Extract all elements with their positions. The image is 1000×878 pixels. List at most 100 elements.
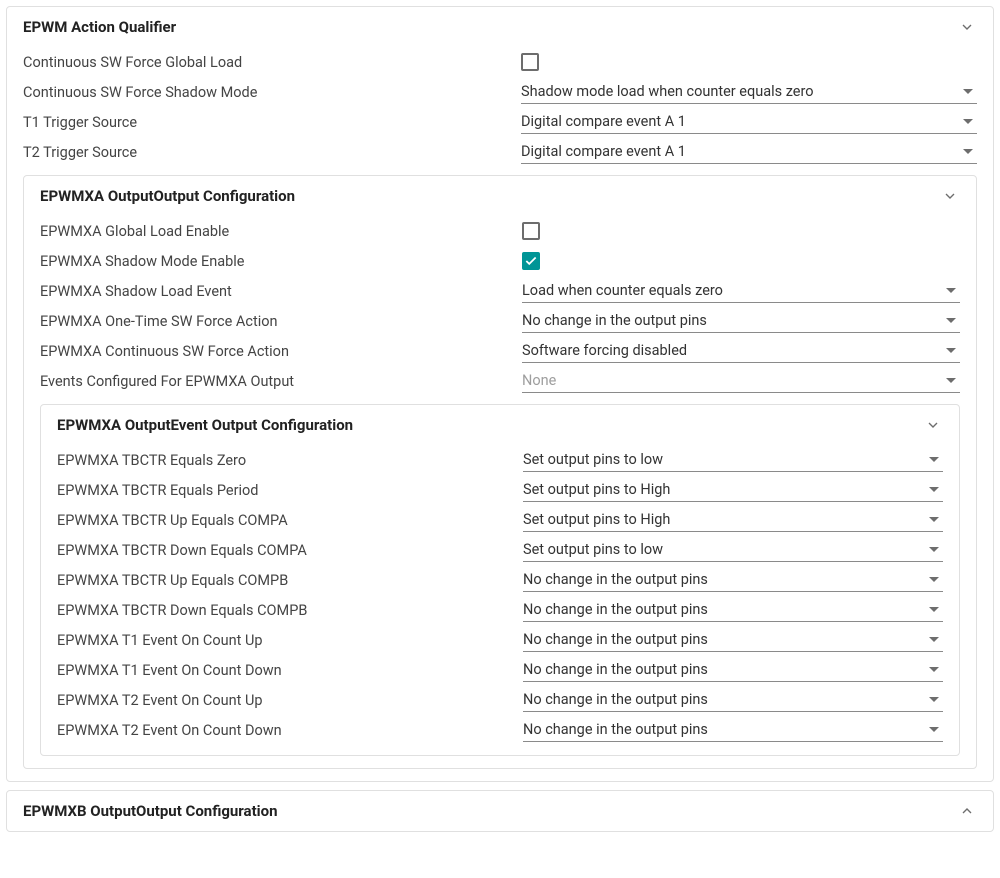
select-t1-trigger[interactable]: Digital compare event A 1 [521, 110, 977, 134]
label-t1-count-up: EPWMXA T1 Event On Count Up [57, 632, 523, 649]
label-t1-count-down: EPWMXA T1 Event On Count Down [57, 662, 523, 679]
caret-down-icon [929, 457, 939, 462]
panel-header-epwmxa-output[interactable]: EPWMXA OutputOutput Configuration [24, 176, 976, 212]
panel-title-epwmxa-output-event: EPWMXA OutputEvent Output Configuration [57, 416, 353, 434]
field-t2-count-up: EPWMXA T2 Event On Count Up No change in… [57, 685, 943, 715]
label-t2-count-down: EPWMXA T2 Event On Count Down [57, 722, 523, 739]
panel-header-action-qualifier[interactable]: EPWM Action Qualifier [7, 7, 993, 43]
label-t2-count-up: EPWMXA T2 Event On Count Up [57, 692, 523, 709]
select-value: Set output pins to low [523, 541, 663, 558]
field-t1-trigger: T1 Trigger Source Digital compare event … [23, 107, 977, 137]
label-cswf-shadow-mode: Continuous SW Force Shadow Mode [23, 84, 521, 101]
select-tbctr-zero[interactable]: Set output pins to low [523, 448, 943, 472]
select-value: Software forcing disabled [522, 342, 687, 359]
panel-header-epwmxa-output-event[interactable]: EPWMXA OutputEvent Output Configuration [41, 405, 959, 441]
checkbox-epwmxa-shadow-mode-enable[interactable] [522, 252, 540, 270]
select-epwmxa-continuous-sw-force[interactable]: Software forcing disabled [522, 339, 960, 363]
select-value: Load when counter equals zero [522, 282, 723, 299]
select-tbctr-up-compb[interactable]: No change in the output pins [523, 568, 943, 592]
caret-down-icon [946, 318, 956, 323]
select-epwmxa-events-configured[interactable]: None [522, 369, 960, 393]
select-value: No change in the output pins [523, 601, 708, 618]
panel-epwmxb-output: EPWMXB OutputOutput Configuration [6, 790, 994, 832]
field-epwmxa-shadow-mode-enable: EPWMXA Shadow Mode Enable [40, 246, 960, 276]
select-value: None [522, 372, 556, 389]
select-tbctr-down-compa[interactable]: Set output pins to low [523, 538, 943, 562]
label-tbctr-up-compb: EPWMXA TBCTR Up Equals COMPB [57, 572, 523, 589]
label-epwmxa-global-load-enable: EPWMXA Global Load Enable [40, 223, 522, 240]
chevron-down-icon [923, 415, 943, 435]
caret-down-icon [929, 577, 939, 582]
label-tbctr-period: EPWMXA TBCTR Equals Period [57, 482, 523, 499]
field-epwmxa-onetime-sw-force: EPWMXA One-Time SW Force Action No chang… [40, 306, 960, 336]
caret-down-icon [946, 288, 956, 293]
chevron-up-icon [957, 801, 977, 821]
select-t2-count-up[interactable]: No change in the output pins [523, 688, 943, 712]
checkbox-epwmxa-global-load-enable[interactable] [522, 222, 540, 240]
panel-header-epwmxb-output[interactable]: EPWMXB OutputOutput Configuration [7, 791, 993, 831]
checkbox-cswf-global-load[interactable] [521, 53, 539, 71]
label-t2-trigger: T2 Trigger Source [23, 144, 521, 161]
label-epwmxa-shadow-load-event: EPWMXA Shadow Load Event [40, 283, 522, 300]
select-value: No change in the output pins [523, 631, 708, 648]
label-epwmxa-onetime-sw-force: EPWMXA One-Time SW Force Action [40, 313, 522, 330]
select-value: Digital compare event A 1 [521, 113, 686, 130]
field-tbctr-zero: EPWMXA TBCTR Equals Zero Set output pins… [57, 445, 943, 475]
select-t2-trigger[interactable]: Digital compare event A 1 [521, 140, 977, 164]
caret-down-icon [929, 697, 939, 702]
caret-down-icon [963, 149, 973, 154]
select-value: Set output pins to low [523, 451, 663, 468]
caret-down-icon [963, 119, 973, 124]
select-cswf-shadow-mode[interactable]: Shadow mode load when counter equals zer… [521, 80, 977, 104]
chevron-down-icon [957, 17, 977, 37]
caret-down-icon [929, 637, 939, 642]
select-tbctr-down-compb[interactable]: No change in the output pins [523, 598, 943, 622]
field-tbctr-down-compa: EPWMXA TBCTR Down Equals COMPA Set outpu… [57, 535, 943, 565]
label-cswf-global-load: Continuous SW Force Global Load [23, 54, 521, 71]
label-tbctr-down-compb: EPWMXA TBCTR Down Equals COMPB [57, 602, 523, 619]
caret-down-icon [929, 727, 939, 732]
select-t1-count-up[interactable]: No change in the output pins [523, 628, 943, 652]
select-value: No change in the output pins [523, 691, 708, 708]
select-t1-count-down[interactable]: No change in the output pins [523, 658, 943, 682]
panel-title-epwmxa-output: EPWMXA OutputOutput Configuration [40, 187, 295, 205]
select-value: Shadow mode load when counter equals zer… [521, 83, 814, 100]
panel-epwmxa-output-event: EPWMXA OutputEvent Output Configuration … [40, 404, 960, 756]
chevron-down-icon [940, 186, 960, 206]
label-epwmxa-shadow-mode-enable: EPWMXA Shadow Mode Enable [40, 253, 522, 270]
panel-title-action-qualifier: EPWM Action Qualifier [23, 18, 176, 36]
label-tbctr-zero: EPWMXA TBCTR Equals Zero [57, 452, 523, 469]
caret-down-icon [929, 547, 939, 552]
select-tbctr-period[interactable]: Set output pins to High [523, 478, 943, 502]
select-value: No change in the output pins [522, 312, 707, 329]
label-epwmxa-events-configured: Events Configured For EPWMXA Output [40, 373, 522, 390]
field-t1-count-up: EPWMXA T1 Event On Count Up No change in… [57, 625, 943, 655]
field-tbctr-down-compb: EPWMXA TBCTR Down Equals COMPB No change… [57, 595, 943, 625]
field-t2-trigger: T2 Trigger Source Digital compare event … [23, 137, 977, 167]
field-epwmxa-shadow-load-event: EPWMXA Shadow Load Event Load when count… [40, 276, 960, 306]
select-value: No change in the output pins [523, 721, 708, 738]
field-tbctr-period: EPWMXA TBCTR Equals Period Set output pi… [57, 475, 943, 505]
field-tbctr-up-compb: EPWMXA TBCTR Up Equals COMPB No change i… [57, 565, 943, 595]
select-value: No change in the output pins [523, 661, 708, 678]
select-value: Digital compare event A 1 [521, 143, 686, 160]
select-value: No change in the output pins [523, 571, 708, 588]
panel-epwmxa-output: EPWMXA OutputOutput Configuration EPWMXA… [23, 175, 977, 769]
label-epwmxa-continuous-sw-force: EPWMXA Continuous SW Force Action [40, 343, 522, 360]
select-tbctr-up-compa[interactable]: Set output pins to High [523, 508, 943, 532]
select-epwmxa-shadow-load-event[interactable]: Load when counter equals zero [522, 279, 960, 303]
caret-down-icon [929, 487, 939, 492]
caret-down-icon [946, 348, 956, 353]
label-tbctr-down-compa: EPWMXA TBCTR Down Equals COMPA [57, 542, 523, 559]
label-t1-trigger: T1 Trigger Source [23, 114, 521, 131]
panel-title-epwmxb-output: EPWMXB OutputOutput Configuration [23, 802, 278, 820]
select-epwmxa-onetime-sw-force[interactable]: No change in the output pins [522, 309, 960, 333]
panel-body-epwmxa-output: EPWMXA Global Load Enable EPWMXA Shadow … [24, 212, 976, 768]
field-cswf-global-load: Continuous SW Force Global Load [23, 47, 977, 77]
field-t2-count-down: EPWMXA T2 Event On Count Down No change … [57, 715, 943, 745]
caret-down-icon [963, 89, 973, 94]
caret-down-icon [929, 517, 939, 522]
panel-body-action-qualifier: Continuous SW Force Global Load Continuo… [7, 43, 993, 781]
select-t2-count-down[interactable]: No change in the output pins [523, 718, 943, 742]
label-tbctr-up-compa: EPWMXA TBCTR Up Equals COMPA [57, 512, 523, 529]
